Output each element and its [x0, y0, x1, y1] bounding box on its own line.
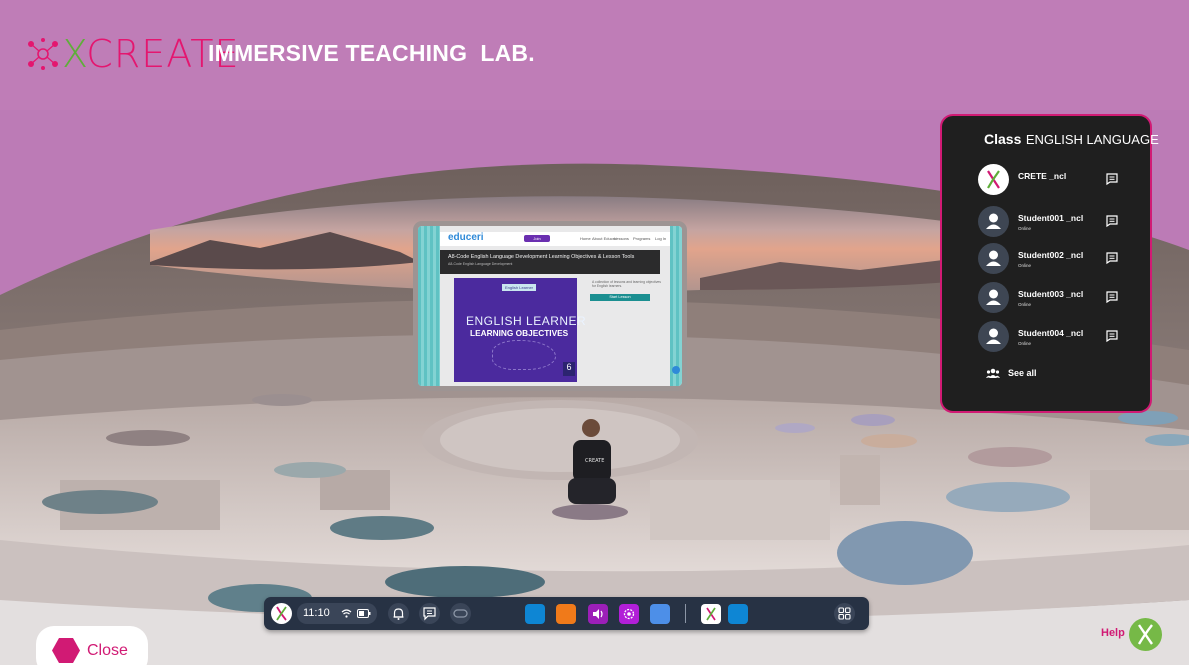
svg-text:CREATE: CREATE — [585, 458, 604, 464]
member-name: Student002 _ncl — [1018, 250, 1084, 260]
user-icon — [986, 328, 1001, 344]
class-member-row[interactable]: Student003 _ncl Online — [978, 282, 1128, 314]
message-icon[interactable] — [1105, 290, 1119, 304]
class-label: Class — [984, 131, 1022, 147]
class-panel: Class ENGLISH LANGUAGE CRETE _ncl Studen… — [940, 114, 1159, 413]
user-icon — [986, 250, 1001, 266]
avatar — [978, 206, 1009, 237]
member-status: Online — [1018, 226, 1032, 231]
site-nav-link[interactable]: Home — [580, 236, 591, 241]
member-name: Student003 _ncl — [1018, 289, 1084, 299]
class-member-row[interactable]: Student004 _ncl Online — [978, 321, 1128, 353]
chat-bubble-icon[interactable] — [672, 366, 680, 374]
screen-side-pattern-right — [670, 226, 682, 386]
xcreate-avatar-icon — [987, 170, 1000, 189]
member-status: Online — [1018, 302, 1032, 307]
site-brand[interactable]: educeri — [448, 232, 484, 243]
us-map-outline — [492, 340, 556, 370]
settings-app-icon[interactable] — [619, 604, 639, 624]
site-banner-title: A8-Code English Language Development Lea… — [448, 254, 635, 260]
audio-app-icon[interactable] — [588, 604, 608, 624]
site-join-button[interactable]: Join — [524, 235, 550, 242]
site-nav-link[interactable]: Lessons — [614, 236, 629, 241]
gear-icon — [623, 608, 635, 620]
site-side-text: A collection of lessons and learning obj… — [592, 280, 661, 288]
wifi-icon — [341, 609, 352, 618]
molecule-logo-icon — [28, 38, 58, 70]
taskbar-divider — [685, 604, 686, 623]
close-button[interactable]: Close — [36, 626, 148, 665]
book-tag: English Learner — [502, 284, 536, 291]
screen-side-pattern-left — [418, 226, 440, 386]
see-all-label: See all — [1008, 368, 1037, 378]
orange-app-icon[interactable] — [556, 604, 576, 624]
class-name: ENGLISH LANGUAGE — [1025, 132, 1159, 147]
shared-web-screen[interactable]: educeri Join Home About Educeri Lessons … — [418, 226, 682, 386]
hexagon-icon — [52, 638, 80, 663]
headset-button[interactable] — [450, 603, 471, 624]
message-icon[interactable] — [1105, 251, 1119, 265]
message-icon[interactable] — [1105, 214, 1119, 228]
message-icon[interactable] — [1105, 329, 1119, 343]
clock-time: 11:10 — [303, 607, 330, 619]
help-button[interactable] — [1129, 618, 1162, 651]
class-member-row[interactable]: Student001 _ncl Online — [978, 206, 1128, 238]
member-name: Student004 _ncl — [1018, 328, 1084, 338]
book-title-line1: ENGLISH LEARNER — [466, 314, 587, 328]
xcreate-icon — [276, 606, 287, 621]
all-apps-button[interactable] — [834, 603, 855, 624]
taskbar: 11:10 — [264, 597, 869, 630]
chat-icon — [423, 607, 436, 621]
message-icon[interactable] — [1105, 172, 1119, 186]
avatar — [978, 321, 1009, 352]
book-grade-number: 6 — [563, 362, 575, 376]
member-name: CRETE _ncl — [1018, 171, 1067, 181]
avatar — [978, 282, 1009, 313]
xcreate-app-icon[interactable] — [701, 604, 721, 624]
avatar — [978, 164, 1009, 195]
site-banner-subtitle: A8-Code English Language Development — [448, 262, 513, 266]
site-nav-bar: educeri Join Home About Educeri Lessons … — [440, 232, 670, 246]
speaker-icon — [593, 609, 603, 619]
user-icon — [986, 213, 1001, 229]
page-title: IMMERSIVE TEACHING LAB. — [208, 40, 535, 66]
see-all-button[interactable]: See all — [986, 368, 1037, 378]
xcreate-home-button[interactable] — [271, 603, 292, 624]
member-status: Online — [1018, 263, 1032, 268]
group-icon — [986, 368, 1000, 378]
bell-icon — [393, 608, 404, 620]
help-link[interactable]: Help — [1101, 627, 1125, 639]
xcreate-icon — [706, 607, 716, 621]
blue-square-app-icon[interactable] — [728, 604, 748, 624]
lesson-cover-image: English Learner ENGLISH LEARNER LEARNING… — [454, 278, 586, 382]
class-member-row[interactable]: Student002 _ncl Online — [978, 243, 1128, 275]
site-banner: A8-Code English Language Development Lea… — [440, 250, 660, 274]
blue-app-icon[interactable] — [525, 604, 545, 624]
xcreate-help-icon — [1137, 624, 1153, 645]
messages-button[interactable] — [419, 603, 440, 624]
member-name: Student001 _ncl — [1018, 213, 1084, 223]
notifications-button[interactable] — [388, 603, 409, 624]
start-lesson-button[interactable]: Start Lesson — [590, 294, 650, 301]
battery-icon — [357, 609, 371, 618]
site-nav-link[interactable]: Log In — [655, 236, 666, 241]
vr-headset-icon — [453, 609, 468, 618]
logo-x: X — [62, 32, 87, 76]
system-status-pill[interactable]: 11:10 — [297, 603, 377, 624]
member-status: Online — [1018, 341, 1032, 346]
app-header: XCREATE IMMERSIVE TEACHING LAB. — [0, 0, 1189, 110]
class-title: Class ENGLISH LANGUAGE — [984, 131, 1159, 149]
grid-icon — [838, 607, 851, 620]
user-icon — [986, 289, 1001, 305]
book-title-line2: LEARNING OBJECTIVES — [470, 328, 569, 338]
avatar — [978, 243, 1009, 274]
close-label: Close — [87, 642, 128, 659]
site-nav-link[interactable]: Programs — [633, 236, 650, 241]
class-member-row[interactable]: CRETE _ncl — [978, 164, 1128, 196]
light-blue-app-icon[interactable] — [650, 604, 670, 624]
